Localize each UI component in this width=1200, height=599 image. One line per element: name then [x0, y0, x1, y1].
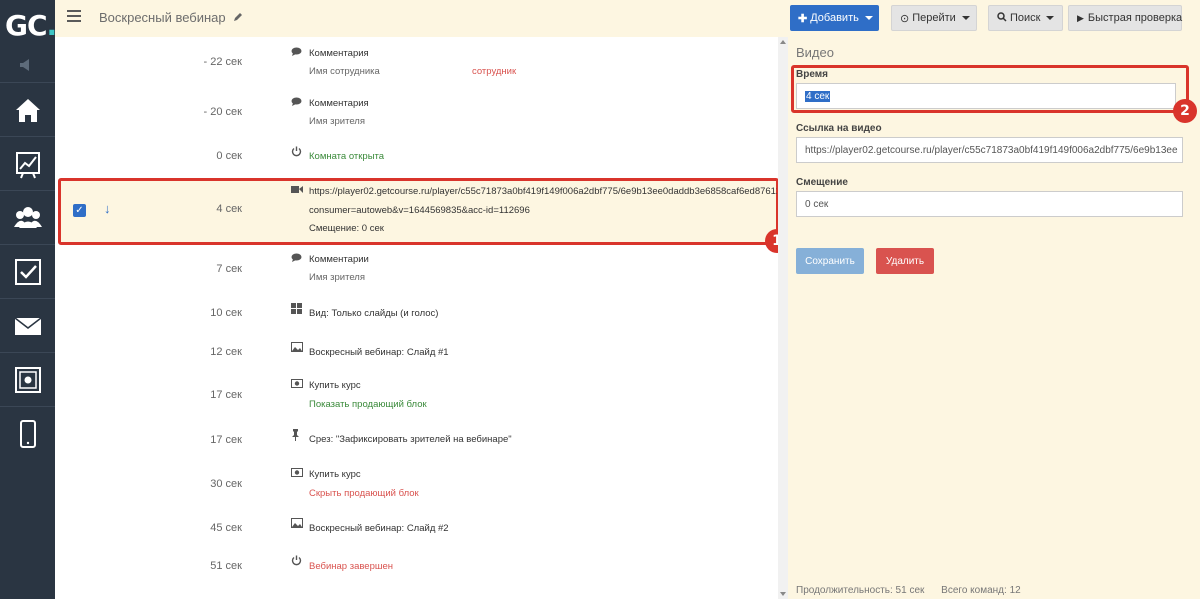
panel-footer: Продолжительность: 51 сек Всего команд: … [796, 585, 1021, 596]
image-icon [291, 518, 303, 530]
plus-icon: ✚ [798, 12, 808, 25]
mail-icon[interactable] [0, 298, 55, 352]
chart-icon[interactable] [0, 136, 55, 190]
mobile-icon[interactable] [0, 406, 55, 460]
video-link-input[interactable]: https://player02.getcourse.ru/player/c55… [796, 137, 1183, 163]
home-icon[interactable] [0, 82, 55, 136]
toolbar: ✚ Добавить ⊙ Перейти Поиск ▶ Быстрая про… [780, 0, 1200, 37]
users-icon[interactable] [0, 190, 55, 244]
layout-icon [291, 303, 303, 315]
comment-icon [291, 253, 303, 265]
pencil-icon[interactable] [233, 10, 243, 25]
play-icon: ▶ [1077, 12, 1084, 23]
edit-panel: Видео Время 4 сек 2 Ссылка на видео http… [788, 37, 1200, 599]
arrow-down-icon[interactable]: ↓ [104, 201, 111, 216]
megaphone-icon[interactable] [16, 58, 38, 74]
scrollbar[interactable] [778, 37, 788, 599]
money-icon [291, 379, 303, 391]
page-title-text: Воскресный вебинар [99, 10, 226, 25]
event-list: ✓ ↓ - 22 сек Комментария Имя сотрудника … [55, 37, 780, 599]
offset-input[interactable]: 0 сек [796, 191, 1183, 217]
duration-text: Продолжительность: 51 сек [796, 585, 925, 596]
image-icon [291, 342, 303, 354]
scroll-down-icon[interactable] [780, 592, 786, 596]
app: GC. Воскресный вебинар ✚ Добавить ⊙ Пере… [0, 0, 1200, 599]
comment-icon [291, 97, 303, 109]
delete-button[interactable]: Удалить [876, 248, 934, 274]
topbar: Воскресный вебинар [55, 0, 780, 37]
video-icon [291, 185, 303, 197]
add-button[interactable]: ✚ Добавить [790, 5, 879, 31]
panel-heading: Видео [796, 45, 834, 60]
callout-badge-2: 2 [1173, 99, 1197, 123]
tasks-icon[interactable] [0, 244, 55, 298]
save-button[interactable]: Сохранить [796, 248, 864, 274]
sidebar: GC. [0, 0, 57, 599]
safe-icon[interactable] [0, 352, 55, 406]
pin-icon [291, 429, 303, 441]
time-input[interactable]: 4 сек [796, 83, 1176, 109]
page-title[interactable]: Воскресный вебинар [99, 10, 243, 25]
money-icon [291, 468, 303, 480]
logo[interactable]: GC. [5, 9, 57, 47]
scroll-up-icon[interactable] [780, 40, 786, 44]
goto-button[interactable]: ⊙ Перейти [891, 5, 977, 31]
search-icon [997, 11, 1007, 25]
commands-count: Всего команд: 12 [941, 585, 1021, 596]
offset-label: Смещение [796, 177, 848, 188]
row-checkbox[interactable]: ✓ [73, 204, 86, 217]
clock-icon: ⊙ [900, 12, 910, 25]
link-label: Ссылка на видео [796, 123, 882, 134]
search-button[interactable]: Поиск [988, 5, 1063, 31]
power-icon [291, 555, 303, 567]
comment-icon [291, 47, 303, 59]
power-icon [291, 146, 303, 158]
time-label: Время [796, 69, 828, 80]
quick-check-button[interactable]: ▶ Быстрая проверка [1068, 5, 1182, 31]
menu-icon[interactable] [67, 10, 81, 24]
